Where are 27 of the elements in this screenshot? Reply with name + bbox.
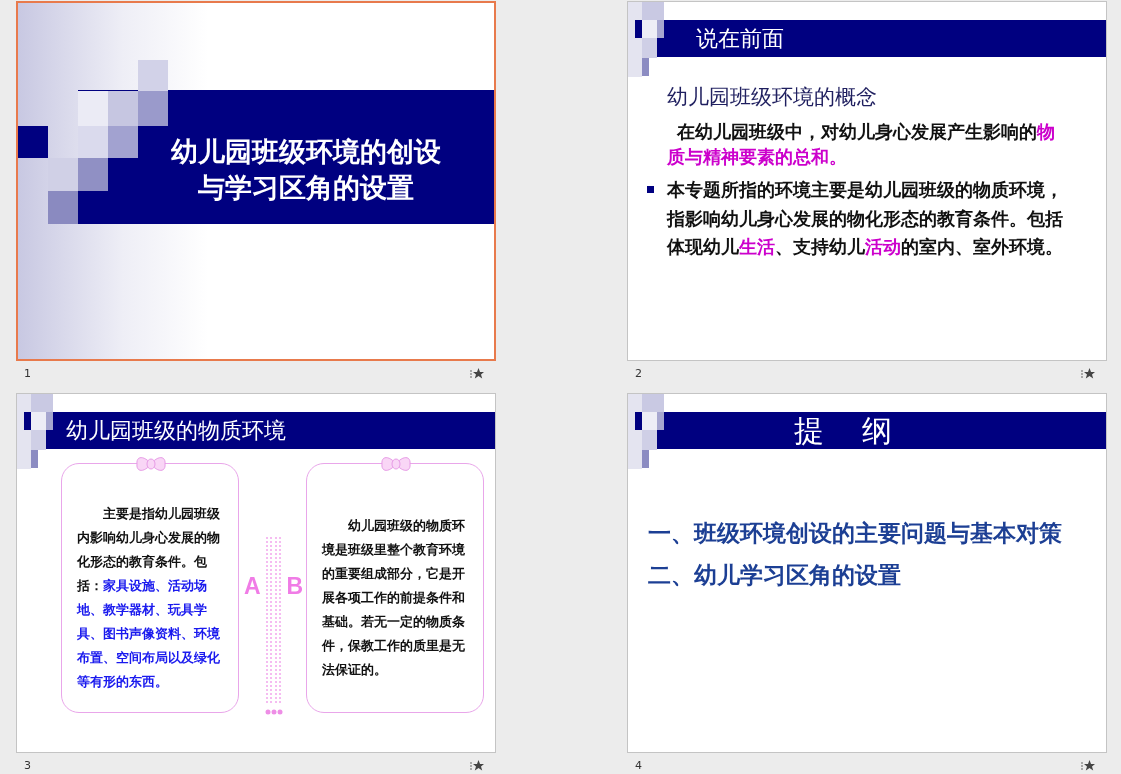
slide-thumbnail[interactable]: 说在前面 幼儿园班级环境的概念 在幼儿园班级中，对幼儿身心发展产生影响的物质与精神要素的总和。 本专题所指的环境主要是幼儿园班级的物质环境， 指影响幼儿身心发展的物化形态的教育条件。包括体现幼儿生活、支持幼儿活动的室内、室外环境。 [627,1,1107,361]
card-label: B [286,574,303,598]
paragraph-text: 本专题所指的环境主要是幼儿园班级的物质环境， [667,178,1063,202]
slide-number: 1 [24,367,31,380]
card-label: A [244,574,261,598]
slide-title: 幼儿园班级环境的创设 与学习区角的设置 [171,135,441,205]
card-text: 主要是指幼儿园班级内影响幼儿身心发展的物化形态的教育条件。包括：家具设施、活动场地、教学器材、玩具学具、图书声像资料、环境布置、空间布局以及绿化等有形的东西。 [77,505,221,691]
transition-star-icon[interactable] [470,759,484,771]
slide-thumbnail[interactable]: 幼儿园班级的物质环境 主要是指幼儿园班级内影响幼儿身心发展的物化形态的教育条件。包括：家具设施、活动场地、教学器材、玩具学具、图书声像资料、环境布置、空间布局以及绿化等有形的东西。 A B 幼儿园班级的物质环境是班级里整个教育环境的重要组成部分，它是开展各项工作的前提条件和基础。若无一定的物质条件，保教工作的质里是无法保证的。 [16,393,496,753]
slide-subheading: 幼儿园班级环境的概念 [667,84,878,111]
slide-heading: 提 纲 [794,412,896,449]
slide-number: 2 [635,367,642,380]
outline-item: 一、班级环境创设的主要问题与基本对策 [648,519,1063,548]
slide-thumbnail[interactable]: 幼儿园班级环境的创设 与学习区角的设置 [16,1,496,361]
slide-thumbnail[interactable]: 提 纲 一、班级环境创设的主要问题与基本对策 二、幼儿学习区角的设置 [627,393,1107,753]
transition-star-icon[interactable] [1081,367,1095,379]
card-text: 幼儿园班级的物质环境是班级里整个教育环境的重要组成部分，它是开展各项工作的前提条件和基础。若无一定的物质条件，保教工作的质里是无法保证的。 [322,517,466,679]
transition-star-icon[interactable] [470,367,484,379]
slide-heading: 说在前面 [696,24,784,53]
paragraph-text: 在幼儿园班级中，对幼儿身心发展产生影响的物质与精神要素的总和。 [667,120,1056,169]
slide-heading: 幼儿园班级的物质环境 [66,416,286,445]
paragraph-text: 指影响幼儿身心发展的物化形态的教育条件。包括体现幼儿生活、支持幼儿活动的室内、室外环境。 [667,207,1064,259]
outline-item: 二、幼儿学习区角的设置 [648,561,902,590]
slide-number: 4 [635,759,642,772]
transition-star-icon[interactable] [1081,759,1095,771]
bullet-icon [647,186,654,193]
slide-number: 3 [24,759,31,772]
